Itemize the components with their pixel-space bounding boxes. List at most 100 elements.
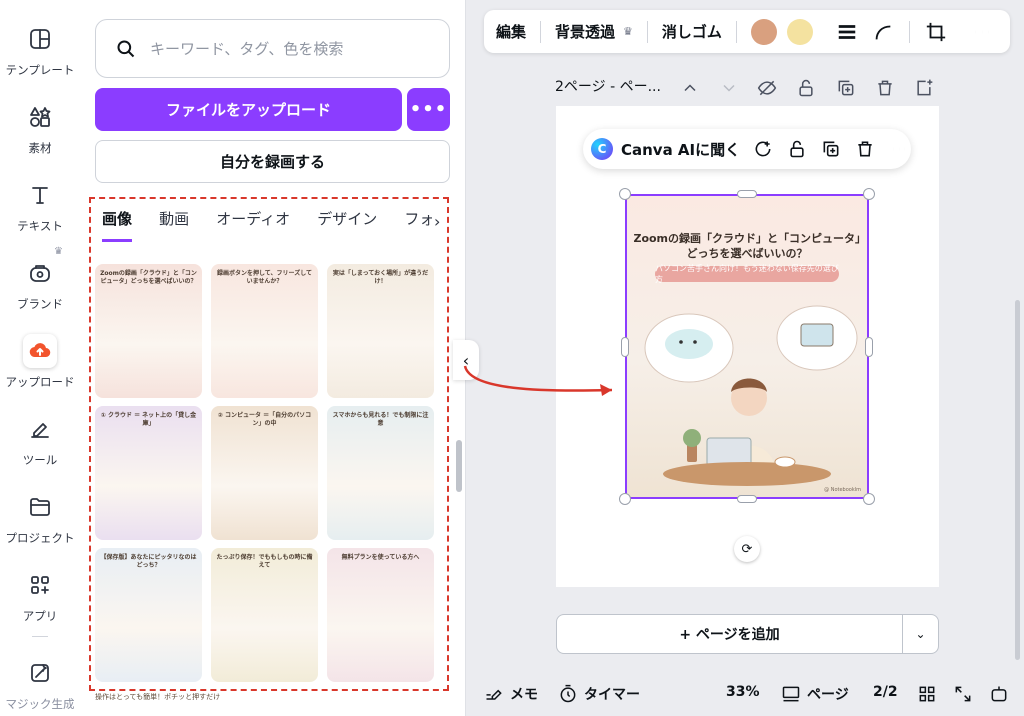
timer-label: タイマー: [584, 687, 640, 703]
add-page-button[interactable]: + ページを追加: [557, 615, 902, 653]
timer-icon: [560, 684, 576, 703]
resize-handle[interactable]: [619, 493, 631, 505]
left-rail: テンプレート 素材 テキスト ♛ ブランド アップロード ツール プロジェクト …: [0, 0, 80, 716]
rail-item-tools[interactable]: ツール: [0, 412, 80, 482]
image-thumbnail[interactable]: たっぷり保存！でももしもの時に備えて: [211, 548, 318, 682]
tabs-scroll-right-icon[interactable]: ›: [434, 212, 440, 231]
tab-images[interactable]: 画像: [102, 208, 133, 242]
rail-label: テキスト: [17, 219, 63, 233]
image-illustration: [644, 305, 858, 486]
more-options-icon[interactable]: [970, 20, 994, 44]
collapse-panel-button[interactable]: ‹: [453, 340, 479, 380]
canvas-scrollbar[interactable]: [1015, 300, 1020, 660]
upload-icon: [23, 334, 57, 368]
rail-item-magic[interactable]: マジック生成: [0, 656, 80, 716]
canva-ai-logo-icon: C: [591, 138, 613, 160]
grid-view-icon[interactable]: [917, 684, 943, 704]
add-page-icon[interactable]: [914, 78, 936, 100]
notes-button[interactable]: メモ: [484, 684, 538, 704]
rail-item-text[interactable]: テキスト: [0, 178, 80, 248]
rail-item-projects[interactable]: プロジェクト: [0, 490, 80, 560]
timer-button[interactable]: タイマー: [558, 684, 640, 704]
crop-icon[interactable]: [924, 20, 948, 44]
fullscreen-icon[interactable]: [953, 684, 979, 704]
canva-editor: テンプレート 素材 テキスト ♛ ブランド アップロード ツール プロジェクト …: [0, 0, 1024, 716]
pages-view-button[interactable]: ページ: [781, 684, 849, 704]
thumb-title: Zoomの録画「クラウド」と「コンピュータ」どっちを選べばいいの？: [100, 270, 197, 285]
duplicate-page-icon[interactable]: [836, 78, 858, 100]
lock-page-icon[interactable]: [796, 78, 818, 100]
tab-audio[interactable]: オーディオ: [216, 208, 290, 239]
image-thumbnail[interactable]: Zoomの録画「クラウド」と「コンピュータ」どっちを選べばいいの？: [95, 264, 202, 398]
chevron-down-icon[interactable]: [719, 78, 741, 100]
selected-image[interactable]: Zoomの録画「クラウド」と「コンピュータ」どっちを選べばいいの？ パソコン苦手…: [625, 194, 869, 499]
rail-item-uploads[interactable]: アップロード: [0, 334, 80, 404]
resize-handle[interactable]: [863, 188, 875, 200]
search-input[interactable]: キーワード、タグ、色を検索: [95, 19, 450, 78]
resize-handle[interactable]: [865, 337, 873, 357]
divider: [735, 20, 737, 43]
upload-more-button[interactable]: •••: [407, 88, 450, 131]
delete-icon[interactable]: [854, 138, 876, 160]
image-thumbnail[interactable]: 無料プランを使っている方へ: [327, 548, 434, 682]
bg-remover-button[interactable]: 背景透過: [555, 21, 615, 42]
media-tabs: 画像 動画 オーディオ デザイン フォルダー: [102, 208, 432, 244]
lock-icon[interactable]: [786, 138, 808, 160]
image-thumbnail[interactable]: 【保存版】あなたにピッタリなのはどっち？: [95, 548, 202, 682]
rail-item-apps[interactable]: アプリ: [0, 568, 80, 638]
page-count[interactable]: 2/2: [873, 684, 898, 700]
thumb-title: 無料プランを使っている方へ: [341, 554, 420, 561]
zoom-level[interactable]: 33%: [726, 684, 760, 700]
border-style-icon[interactable]: [835, 20, 859, 44]
resize-handle[interactable]: [621, 337, 629, 357]
resize-handle[interactable]: [863, 493, 875, 505]
image-thumbnail[interactable]: ① クラウド ＝ ネット上の「貸し金庫」: [95, 406, 202, 540]
delete-page-icon[interactable]: [875, 78, 897, 100]
page-title[interactable]: 2ページ - ペー...: [555, 76, 661, 96]
color-swatch[interactable]: [750, 18, 777, 45]
folder-icon: [23, 490, 57, 524]
rail-label: プロジェクト: [5, 531, 75, 545]
image-thumbnail[interactable]: ② コンピュータ ＝「自分のパソコン」の中: [211, 406, 318, 540]
thumb-title: 【保存版】あなたにピッタリなのはどっち？: [100, 554, 197, 569]
tab-folders[interactable]: フォルダー: [404, 208, 432, 239]
page-header: 2ページ - ペー...: [555, 76, 661, 96]
rail-item-brand[interactable]: ブランド: [0, 256, 80, 326]
rail-divider: [32, 636, 48, 637]
resize-handle[interactable]: [619, 188, 631, 200]
resize-handle[interactable]: [737, 190, 757, 198]
more-icon[interactable]: [888, 138, 910, 160]
panel-scrollbar[interactable]: [456, 440, 462, 492]
element-action-bar: C Canva AIに聞く: [583, 129, 911, 169]
thumb-title: 録画ボタンを押して、フリーズしていませんか？: [216, 270, 313, 285]
tab-videos[interactable]: 動画: [159, 208, 189, 239]
rail-item-templates[interactable]: テンプレート: [0, 22, 80, 92]
color-swatch[interactable]: [786, 18, 813, 45]
notes-icon: [486, 689, 502, 700]
template-icon: [23, 22, 57, 56]
upload-file-button[interactable]: ファイルをアップロード: [95, 88, 402, 131]
elements-icon: [23, 100, 57, 134]
edit-button[interactable]: 編集: [496, 21, 526, 42]
eraser-button[interactable]: 消しゴム: [662, 21, 722, 42]
thumb-title: たっぷり保存！でももしもの時に備えて: [216, 554, 313, 569]
assistant-bot-icon[interactable]: [989, 684, 1015, 704]
image-thumbnail[interactable]: 実は「しまっておく場所」が違うだけ！: [327, 264, 434, 398]
resize-handle[interactable]: [737, 495, 757, 503]
rotate-icon[interactable]: ⟳: [734, 536, 760, 562]
thumb-title: スマホからも見れる！でも制限に注意: [332, 412, 429, 427]
tab-designs[interactable]: デザイン: [317, 208, 377, 239]
hide-page-icon[interactable]: [757, 78, 779, 100]
rail-item-elements[interactable]: 素材: [0, 100, 80, 170]
ask-canva-ai-button[interactable]: Canva AIに聞く: [621, 139, 740, 160]
record-yourself-button[interactable]: 自分を録画する: [95, 140, 450, 183]
corner-rounding-icon[interactable]: [871, 20, 895, 44]
duplicate-icon[interactable]: [820, 138, 842, 160]
image-thumbnail[interactable]: 録画ボタンを押して、フリーズしていませんか？: [211, 264, 318, 398]
text-icon: [23, 178, 57, 212]
comment-icon[interactable]: [752, 138, 774, 160]
thumb-title: ① クラウド ＝ ネット上の「貸し金庫」: [100, 412, 197, 427]
add-page-options-chevron-icon[interactable]: ⌄: [902, 615, 938, 653]
chevron-up-icon[interactable]: [680, 78, 702, 100]
image-thumbnail[interactable]: スマホからも見れる！でも制限に注意: [327, 406, 434, 540]
